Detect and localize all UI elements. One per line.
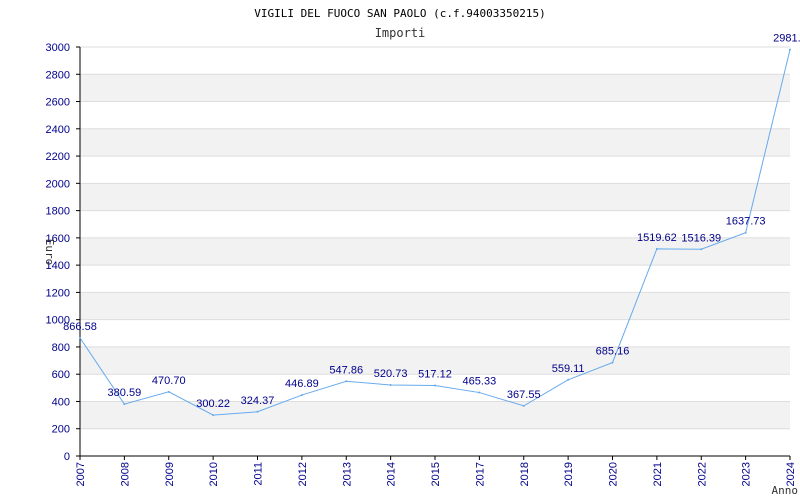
- y-tick-label: 0: [64, 451, 70, 463]
- line-chart: 0200400600800100012001400160018002000220…: [43, 7, 800, 497]
- data-label: 1519.62: [637, 232, 677, 244]
- x-tick-label: 2011: [253, 462, 265, 486]
- y-tick-label: 400: [52, 396, 70, 408]
- y-axis-label: Euro: [43, 239, 56, 266]
- data-label: 547.86: [329, 364, 363, 376]
- x-tick-label: 2014: [386, 462, 398, 486]
- data-point: [611, 361, 614, 364]
- y-tick-label: 2400: [46, 124, 70, 136]
- data-point: [522, 404, 525, 407]
- data-label: 520.73: [374, 368, 408, 380]
- x-axis-label: Anno: [772, 484, 799, 497]
- data-point: [212, 414, 215, 417]
- y-tick-label: 2800: [46, 69, 70, 81]
- x-tick-label: 2008: [119, 462, 131, 486]
- data-point: [478, 391, 481, 394]
- data-label: 324.37: [241, 395, 275, 407]
- chart-subtitle: Importi: [375, 26, 426, 40]
- x-tick-label: 2012: [297, 462, 309, 486]
- data-label: 866.58: [63, 321, 97, 333]
- x-tick-label: 2024: [785, 462, 797, 486]
- y-tick-label: 200: [52, 424, 70, 436]
- grid-band: [80, 74, 790, 102]
- data-point: [256, 410, 259, 413]
- data-label: 470.70: [152, 375, 186, 387]
- data-label: 367.55: [507, 389, 541, 401]
- data-label: 1516.39: [681, 232, 721, 244]
- data-label: 465.33: [463, 376, 497, 388]
- y-tick-label: 800: [52, 342, 70, 354]
- data-point: [300, 394, 303, 397]
- x-tick-label: 2017: [474, 462, 486, 486]
- data-point: [700, 248, 703, 251]
- data-point: [167, 390, 170, 393]
- x-axis-ticks: 2007 2008 2009 2010 2011 2012 2013 2014 2015 2017…: [75, 456, 797, 486]
- y-tick-label: 600: [52, 369, 70, 381]
- data-point: [789, 48, 791, 51]
- grid-band: [80, 401, 790, 429]
- x-tick-label: 2013: [341, 462, 353, 486]
- data-point: [744, 231, 747, 234]
- data-label: 685.16: [596, 346, 630, 358]
- x-tick-label: 2019: [563, 462, 575, 486]
- y-tick-label: 3000: [46, 42, 70, 54]
- y-tick-label: 2600: [46, 97, 70, 109]
- data-label: 2981.0: [773, 33, 800, 45]
- x-tick-label: 2007: [75, 462, 87, 486]
- x-tick-label: 2022: [696, 462, 708, 486]
- data-point: [123, 403, 126, 406]
- data-point: [567, 378, 570, 381]
- data-label: 300.22: [196, 398, 230, 410]
- y-tick-label: 2200: [46, 151, 70, 163]
- x-tick-label: 2009: [164, 462, 176, 486]
- data-label: 559.11: [552, 363, 585, 375]
- x-tick-label: 2020: [608, 462, 620, 486]
- data-label: 1637.73: [726, 216, 766, 228]
- data-point: [655, 247, 658, 250]
- y-tick-label: 2000: [46, 178, 70, 190]
- data-point: [389, 384, 392, 387]
- x-tick-label: 2023: [741, 462, 753, 486]
- data-label: 517.12: [418, 368, 452, 380]
- x-tick-label: 2010: [208, 462, 220, 486]
- chart-title: VIGILI DEL FUOCO SAN PAOLO (c.f.94003350…: [254, 7, 545, 20]
- x-tick-label: 2018: [519, 462, 531, 486]
- grid-band: [80, 183, 790, 211]
- data-point: [79, 336, 81, 339]
- data-point: [345, 380, 348, 383]
- data-point: [434, 384, 436, 387]
- data-label: 380.59: [108, 387, 142, 399]
- data-label: 446.89: [285, 378, 319, 390]
- grid-band: [80, 128, 790, 157]
- x-tick-label: 2021: [652, 462, 664, 486]
- y-tick-label: 1800: [46, 206, 70, 218]
- x-tick-label: 2015: [430, 462, 442, 486]
- grid-band: [80, 292, 790, 320]
- y-tick-label: 1200: [46, 287, 70, 299]
